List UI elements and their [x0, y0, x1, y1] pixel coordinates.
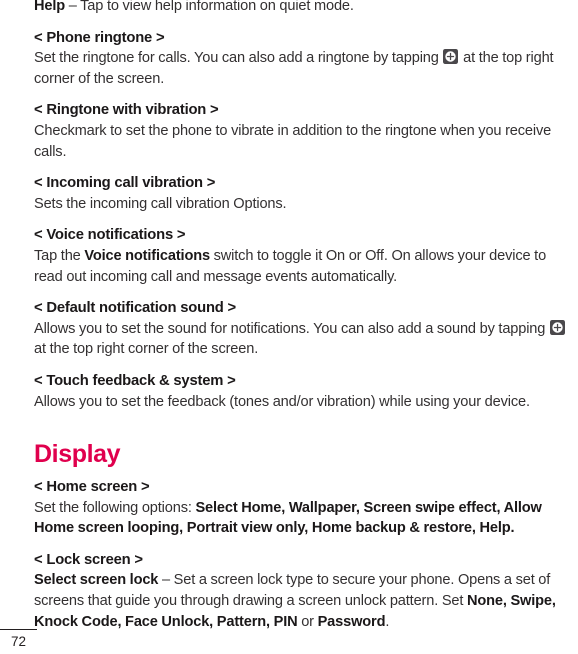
section-body-ringtone-with-vibration: Checkmark to set the phone to vibrate in… [34, 122, 552, 160]
section-heading-default-notification-sound: < Default notification sound > [34, 300, 236, 317]
lock-screen-bold-password: Password [317, 613, 386, 630]
section-heading-home-screen: < Home screen > [34, 479, 150, 496]
plus-circle-icon [549, 319, 565, 335]
help-term: Help [34, 0, 66, 14]
section-body-touch-feedback-system: Allows you to set the feedback (tones an… [34, 393, 530, 410]
plus-circle-icon [443, 49, 459, 65]
page-number: 72 [10, 634, 27, 649]
section-body-phone-ringtone: Set the ringtone for calls. You can also… [34, 48, 575, 89]
voice-notifications-text-1: Tap the [34, 247, 85, 264]
section-body-home-screen: Set the following options: Select Home, … [34, 498, 575, 539]
help-description: Tap to view help information on quiet mo… [80, 0, 354, 14]
lock-screen-text-3: . [385, 613, 390, 630]
section-body-voice-notifications: Tap the Voice notifications switch to to… [34, 246, 575, 287]
help-entry: Help – Tap to view help information on q… [34, 0, 575, 17]
phone-ringtone-text-before: Set the ringtone for calls. You can also… [34, 50, 443, 67]
section-heading-incoming-call-vibration: < Incoming call vibration > [34, 175, 216, 192]
lock-screen-text-2: or [297, 613, 318, 630]
section-heading-lock-screen: < Lock screen > [34, 551, 143, 568]
page-content: Help – Tap to view help information on q… [34, 0, 575, 632]
section-heading-voice-notifications: < Voice notifications > [34, 227, 186, 244]
help-dash: – [65, 0, 81, 14]
default-notification-text-after: at the top right corner of the screen. [34, 341, 259, 358]
section-heading-phone-ringtone: < Phone ringtone > [34, 29, 165, 46]
default-notification-text-before: Allows you to set the sound for notifica… [34, 320, 549, 337]
section-body-default-notification-sound: Allows you to set the sound for notifica… [34, 319, 575, 360]
section-heading-touch-feedback-system: < Touch feedback & system > [34, 372, 236, 389]
manual-page: Help – Tap to view help information on q… [0, 0, 578, 654]
voice-notifications-bold-term: Voice notifications [84, 247, 210, 264]
home-screen-intro: Set the following options: [34, 499, 196, 516]
section-heading-ringtone-with-vibration: < Ringtone with vibration > [34, 102, 219, 119]
section-body-incoming-call-vibration: Sets the incoming call vibration Options… [34, 195, 287, 212]
section-body-lock-screen: Select screen lock – Set a screen lock t… [34, 570, 575, 632]
footer-divider [0, 629, 37, 630]
lock-screen-bold-term: Select screen lock [34, 572, 159, 589]
chapter-title-display: Display [34, 440, 121, 469]
